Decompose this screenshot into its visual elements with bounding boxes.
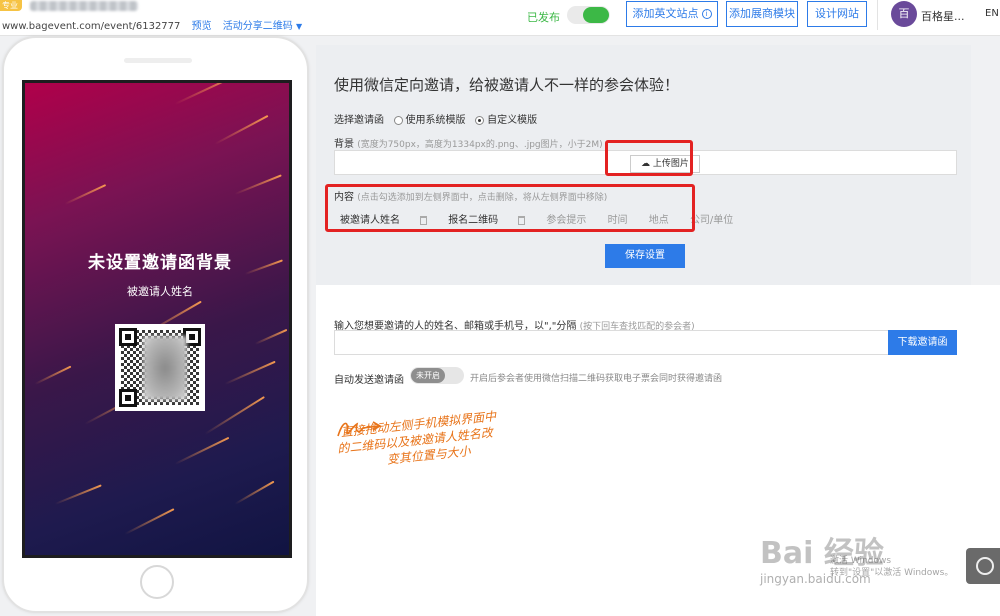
cloud-upload-icon: ☁ (641, 159, 651, 169)
template-selector: 选择邀请函 使用系统模版 自定义模版 (334, 111, 537, 126)
auto-send-hint: 开启后参会者使用微信扫描二维码获取电子票会同时获得邀请函 (470, 374, 723, 384)
qr-code[interactable] (115, 324, 205, 411)
toggle-knob (583, 7, 609, 23)
light-streak (234, 480, 275, 505)
content-row: 内容 (点击勾选添加到左侧界面中，点击删除，将从左侧界面中移除) (334, 188, 607, 203)
invitee-name-placeholder[interactable]: 被邀请人姓名 (25, 283, 289, 299)
chevron-down-icon[interactable]: ▼ (296, 22, 302, 31)
template-system-label[interactable]: 使用系统模版 (406, 115, 466, 126)
save-settings-button[interactable]: 保存设置 (605, 244, 685, 268)
avatar[interactable]: 百 (891, 1, 917, 27)
background-field: ☁ 上传图片 (334, 150, 957, 175)
published-status: 已发布 (527, 11, 560, 24)
content-item-label: 被邀请人姓名 (340, 215, 400, 226)
event-title-blurred (30, 1, 138, 11)
share-qr-link[interactable]: 活动分享二维码 (223, 21, 293, 32)
background-label: 背景 (334, 139, 354, 150)
username[interactable]: 百格星... (921, 8, 965, 24)
content-item-place[interactable]: 地点 (649, 215, 669, 226)
upload-image-label: 上传图片 (652, 159, 689, 169)
content-item-invitee-name[interactable]: 被邀请人姓名 (340, 215, 427, 226)
invitee-search-input[interactable] (334, 330, 889, 355)
content-items: 被邀请人姓名 报名二维码 参会提示 时间 地点 公司/单位 (340, 211, 751, 226)
qr-finder (119, 328, 137, 346)
light-streak (214, 114, 269, 145)
radio-custom-template[interactable] (475, 115, 485, 125)
divider (877, 0, 878, 30)
auto-send-state: 未开启 (411, 368, 445, 383)
edition-badge: 专业版 (0, 0, 22, 21)
watermark-site: jingyan.baidu.com (760, 572, 871, 586)
light-streak (174, 83, 239, 105)
light-streak (234, 174, 282, 195)
info-icon[interactable]: i (701, 9, 712, 19)
content-item-tip[interactable]: 参会提示 (546, 215, 586, 226)
download-invitation-button[interactable]: 下载邀请函 (888, 330, 957, 355)
qr-finder (119, 389, 137, 407)
light-streak (204, 396, 265, 435)
headset-icon[interactable] (966, 548, 1000, 584)
panel-title: 使用微信定向邀请，给被邀请人不一样的参会体验！ (334, 76, 680, 94)
activate-line: 激活 Windows (830, 556, 892, 566)
add-english-site-button[interactable]: 添加英文站点 i (626, 1, 718, 27)
event-url[interactable]: www.bagevent.com/event/6132777 (2, 21, 180, 32)
content-hint: (点击勾选添加到左侧界面中，点击删除，将从左侧界面中移除) (357, 193, 608, 203)
design-site-button[interactable]: 设计网站 (807, 1, 867, 27)
background-row: 背景 (宽度为750px，高度为1334px的.png、.jpg图片，小于2M) (334, 135, 603, 150)
add-exhibitor-module-button[interactable]: 添加展商模块 (726, 1, 798, 27)
language-switch[interactable]: EN (985, 8, 999, 19)
light-streak (124, 508, 175, 535)
content-item-company[interactable]: 公司/单位 (690, 215, 733, 226)
qr-blur-mask (143, 336, 187, 400)
invitation-background-title: 未设置邀请函背景 (88, 253, 232, 273)
content-item-signup-qr[interactable]: 报名二维码 (448, 215, 526, 226)
light-streak (54, 484, 102, 505)
content-item-label: 报名二维码 (448, 215, 499, 226)
auto-send-label: 自动发送邀请函 (334, 375, 404, 386)
trash-icon[interactable] (420, 215, 427, 225)
background-hint: (宽度为750px，高度为1334px的.png、.jpg图片，小于2M) (357, 140, 603, 150)
upload-image-button[interactable]: ☁ 上传图片 (630, 155, 700, 173)
content-item-time[interactable]: 时间 (608, 215, 628, 226)
phone-speaker (124, 58, 192, 63)
light-streak (34, 365, 72, 385)
trash-icon[interactable] (518, 215, 526, 225)
add-english-site-label: 添加英文站点 (632, 7, 699, 20)
light-streak (174, 436, 230, 465)
auto-send-toggle[interactable]: 未开启 (410, 367, 464, 384)
publish-toggle[interactable] (567, 6, 610, 24)
phone-home-button (140, 565, 174, 599)
event-url-row: www.bagevent.com/event/6132777 预览 活动分享二维… (2, 17, 302, 32)
light-streak (64, 184, 107, 205)
invitation-settings-panel: 使用微信定向邀请，给被邀请人不一样的参会体验！ 选择邀请函 使用系统模版 自定义… (316, 45, 971, 285)
preview-link[interactable]: 预览 (192, 21, 212, 32)
radio-system-template[interactable] (393, 115, 403, 125)
light-streak (254, 328, 288, 345)
phone-mockup: 未设置邀请函背景 被邀请人姓名 (2, 36, 309, 613)
light-streak (224, 360, 276, 385)
top-bar: 专业版 www.bagevent.com/event/6132777 预览 活动… (0, 0, 1000, 36)
template-custom-label[interactable]: 自定义模版 (487, 115, 537, 126)
content-label: 内容 (334, 192, 354, 203)
phone-screen: 未设置邀请函背景 被邀请人姓名 (22, 80, 292, 558)
template-label: 选择邀请函 (334, 115, 384, 126)
